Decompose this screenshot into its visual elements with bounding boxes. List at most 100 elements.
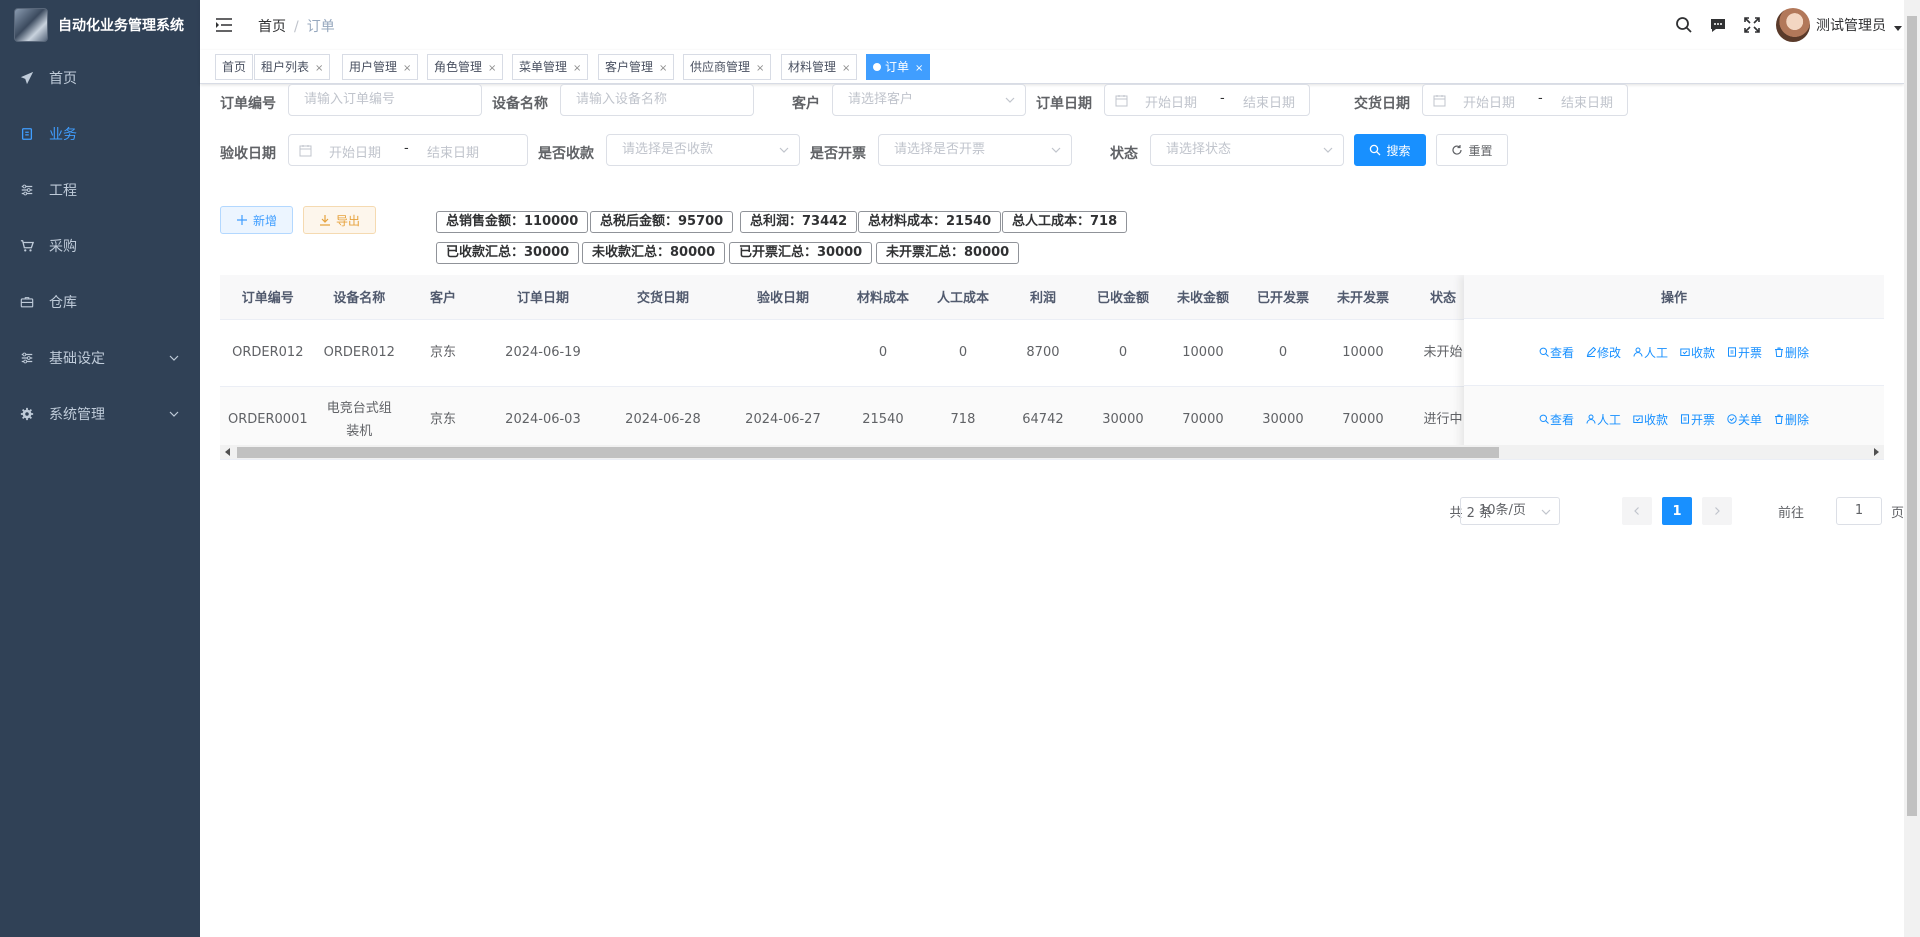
status-select[interactable]: 请选择状态 <box>1150 134 1344 166</box>
close-icon[interactable]: × <box>573 63 581 74</box>
sidebar-item-home[interactable]: 首页 <box>0 50 200 106</box>
logo[interactable]: 自动化业务管理系统 <box>0 0 200 50</box>
close-icon[interactable]: × <box>842 63 850 74</box>
edit-button[interactable]: 修改 <box>1586 344 1621 361</box>
sliders-icon <box>20 183 34 197</box>
view-button[interactable]: 查看 <box>1539 411 1574 428</box>
collected-label: 是否收款 <box>538 146 594 162</box>
user-name[interactable]: 测试管理员 <box>1816 15 1886 35</box>
sidebar-item-label: 首页 <box>49 71 77 87</box>
tab-user-management[interactable]: 用户管理 × <box>342 54 419 80</box>
next-page-button[interactable] <box>1702 497 1732 525</box>
table-header-row: 订单编号 设备名称 客户 订单日期 交货日期 验收日期 材料成本 人工成本 利润… <box>220 275 1483 320</box>
scrollbar-thumb[interactable] <box>237 447 1499 458</box>
collected-select[interactable]: 请选择是否收款 <box>606 134 800 166</box>
tab-order[interactable]: 订单 × <box>866 54 931 80</box>
chevron-down-icon <box>1323 147 1333 153</box>
goto-prefix: 前往 <box>1777 506 1804 521</box>
tab-material-management[interactable]: 材料管理 × <box>781 54 858 80</box>
add-button[interactable]: 新增 <box>220 206 293 234</box>
invoice-button[interactable]: 开票 <box>1727 344 1762 361</box>
close-icon[interactable]: × <box>659 63 667 74</box>
delivery-date-range[interactable]: 开始日期 - 结束日期 <box>1422 84 1628 116</box>
trash-icon <box>1775 347 1784 357</box>
search-icon[interactable] <box>1674 15 1694 35</box>
sidebar-item-engineering[interactable]: 工程 <box>0 162 200 218</box>
accept-date-range[interactable]: 开始日期 - 结束日期 <box>288 134 528 166</box>
caret-down-icon[interactable] <box>1894 25 1902 31</box>
avatar[interactable] <box>1776 8 1810 42</box>
breadcrumb-home[interactable]: 首页 <box>258 19 286 35</box>
table-cell: 718 <box>922 386 1003 454</box>
page-size-select[interactable]: 10条/页 <box>1460 497 1560 525</box>
page-number-button[interactable]: 1 <box>1662 497 1692 525</box>
user-icon <box>1586 414 1596 424</box>
scroll-left-icon[interactable] <box>225 448 230 456</box>
table-cell: 0 <box>922 319 1003 387</box>
column-header: 未开发票 <box>1322 275 1403 320</box>
search-icon <box>1370 144 1381 156</box>
tab-menu-management[interactable]: 菜单管理 × <box>512 54 589 80</box>
device-name-input[interactable]: 请输入设备名称 <box>560 84 754 116</box>
tab-home[interactable]: 首页 <box>215 54 254 80</box>
document-icon <box>20 127 34 141</box>
tab-supplier-management[interactable]: 供应商管理 × <box>683 54 772 80</box>
breadcrumb-current: 订单 <box>306 19 335 35</box>
export-button[interactable]: 导出 <box>303 206 376 234</box>
invoiced-select[interactable]: 请选择是否开票 <box>878 134 1072 166</box>
range-end: 结束日期 <box>1561 96 1614 111</box>
labor-button[interactable]: 人工 <box>1633 344 1668 361</box>
sidebar-item-label: 工程 <box>49 183 77 199</box>
chevron-down-icon <box>779 147 789 153</box>
reset-button[interactable]: 重置 <box>1436 134 1508 166</box>
sidebar-item-business[interactable]: 业务 <box>0 106 200 162</box>
collect-button[interactable]: 收款 <box>1680 344 1715 361</box>
order-date-range[interactable]: 开始日期 - 结束日期 <box>1104 84 1310 116</box>
device-name-label: 设备名称 <box>492 96 548 112</box>
close-order-button[interactable]: 关单 <box>1727 411 1762 428</box>
sidebar-item-warehouse[interactable]: 仓库 <box>0 274 200 330</box>
sidebar-item-basic-settings[interactable]: 基础设定 <box>0 330 200 386</box>
table-cell: 70000 <box>1322 386 1403 454</box>
tab-customer-management[interactable]: 客户管理 × <box>598 54 675 80</box>
close-icon[interactable]: × <box>915 63 923 74</box>
close-icon[interactable]: × <box>403 63 411 74</box>
fullscreen-icon[interactable] <box>1742 15 1762 35</box>
tab-tenant-list[interactable]: 租户列表 × <box>254 54 331 80</box>
close-icon[interactable]: × <box>488 63 496 74</box>
summary-invoiced: 已开票汇总：30000 <box>729 242 873 264</box>
goto-page-input[interactable]: 1 <box>1836 497 1882 525</box>
range-start: 开始日期 <box>329 146 382 161</box>
labor-button[interactable]: 人工 <box>1586 411 1621 428</box>
vertical-scrollbar[interactable] <box>1904 0 1920 937</box>
order-no-input[interactable]: 请输入订单编号 <box>288 84 482 116</box>
invoice-button[interactable]: 开票 <box>1680 411 1715 428</box>
order-table: 订单编号 设备名称 客户 订单日期 交货日期 验收日期 材料成本 人工成本 利润… <box>220 275 1884 460</box>
sidebar-item-system[interactable]: 系统管理 <box>0 386 200 442</box>
table-cell: 70000 <box>1162 386 1243 454</box>
close-icon[interactable]: × <box>756 63 764 74</box>
collect-button[interactable]: 收款 <box>1633 411 1668 428</box>
chevron-down-icon <box>1005 97 1015 103</box>
range-end: 结束日期 <box>427 146 480 161</box>
customer-select[interactable]: 请选择客户 <box>832 84 1026 116</box>
scrollbar-thumb[interactable] <box>1907 16 1917 816</box>
scroll-right-icon[interactable] <box>1874 448 1879 456</box>
sidebar-item-purchase[interactable]: 采购 <box>0 218 200 274</box>
hamburger-icon[interactable] <box>215 16 233 34</box>
table-cell: 30000 <box>1242 386 1323 454</box>
horizontal-scrollbar[interactable] <box>220 445 1884 459</box>
calendar-icon <box>299 145 312 157</box>
tab-role-management[interactable]: 角色管理 × <box>427 54 504 80</box>
close-icon[interactable]: × <box>315 63 323 74</box>
prev-page-button[interactable] <box>1622 497 1652 525</box>
column-header: 客户 <box>402 275 483 320</box>
table-cell: 0 <box>1242 319 1323 387</box>
sliders-icon <box>20 351 34 365</box>
logo-image <box>14 8 48 42</box>
message-icon[interactable] <box>1708 15 1728 35</box>
delete-button[interactable]: 删除 <box>1774 344 1809 361</box>
view-button[interactable]: 查看 <box>1539 344 1574 361</box>
search-button[interactable]: 搜索 <box>1354 134 1426 166</box>
delete-button[interactable]: 删除 <box>1774 411 1809 428</box>
